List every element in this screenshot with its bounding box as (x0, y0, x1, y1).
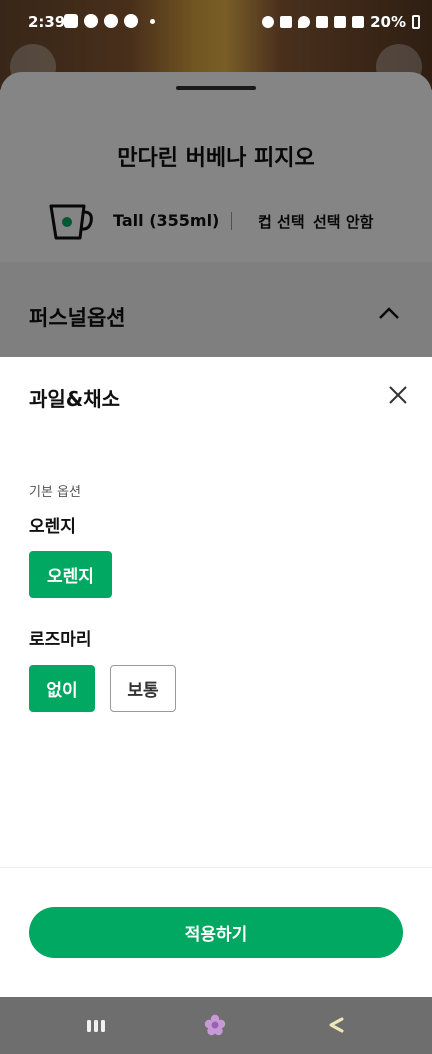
alarm-icon (262, 16, 275, 28)
option-sheet: 과일&채소 기본 옵션 오렌지 오렌지 로즈마리 없이 보통 적용하기 (0, 357, 432, 997)
wifi-icon (316, 16, 329, 28)
chip-normal[interactable]: 보통 (110, 665, 176, 712)
close-icon[interactable] (388, 385, 408, 405)
hd-icon (334, 16, 347, 28)
status-time: 2:39 (28, 13, 66, 31)
option-name-rosemary: 로즈마리 (29, 630, 92, 650)
location-icon (298, 16, 311, 28)
back-icon[interactable] (328, 1017, 344, 1033)
chip-orange[interactable]: 오렌지 (29, 551, 112, 598)
chat-icon (104, 14, 118, 28)
modal-overlay[interactable] (0, 0, 432, 357)
chip-none[interactable]: 없이 (29, 665, 95, 712)
mute-icon (280, 16, 293, 28)
navigation-bar (0, 997, 432, 1054)
status-bar: 2:39 20% (0, 0, 432, 44)
apply-button[interactable]: 적용하기 (29, 907, 403, 958)
battery-percent: 20% (370, 13, 406, 31)
signal-icon (352, 16, 365, 28)
group-label: 기본 옵션 (29, 485, 81, 500)
sheet-title: 과일&채소 (29, 387, 121, 411)
talk-icon (84, 14, 98, 28)
more-notifications-icon (150, 18, 155, 24)
app-icon (124, 14, 138, 28)
home-icon[interactable] (204, 1014, 226, 1036)
recent-apps-icon[interactable] (86, 1019, 106, 1033)
option-name-orange: 오렌지 (29, 517, 76, 537)
divider (0, 867, 432, 868)
battery-icon (412, 15, 420, 29)
gallery-icon (64, 14, 78, 28)
